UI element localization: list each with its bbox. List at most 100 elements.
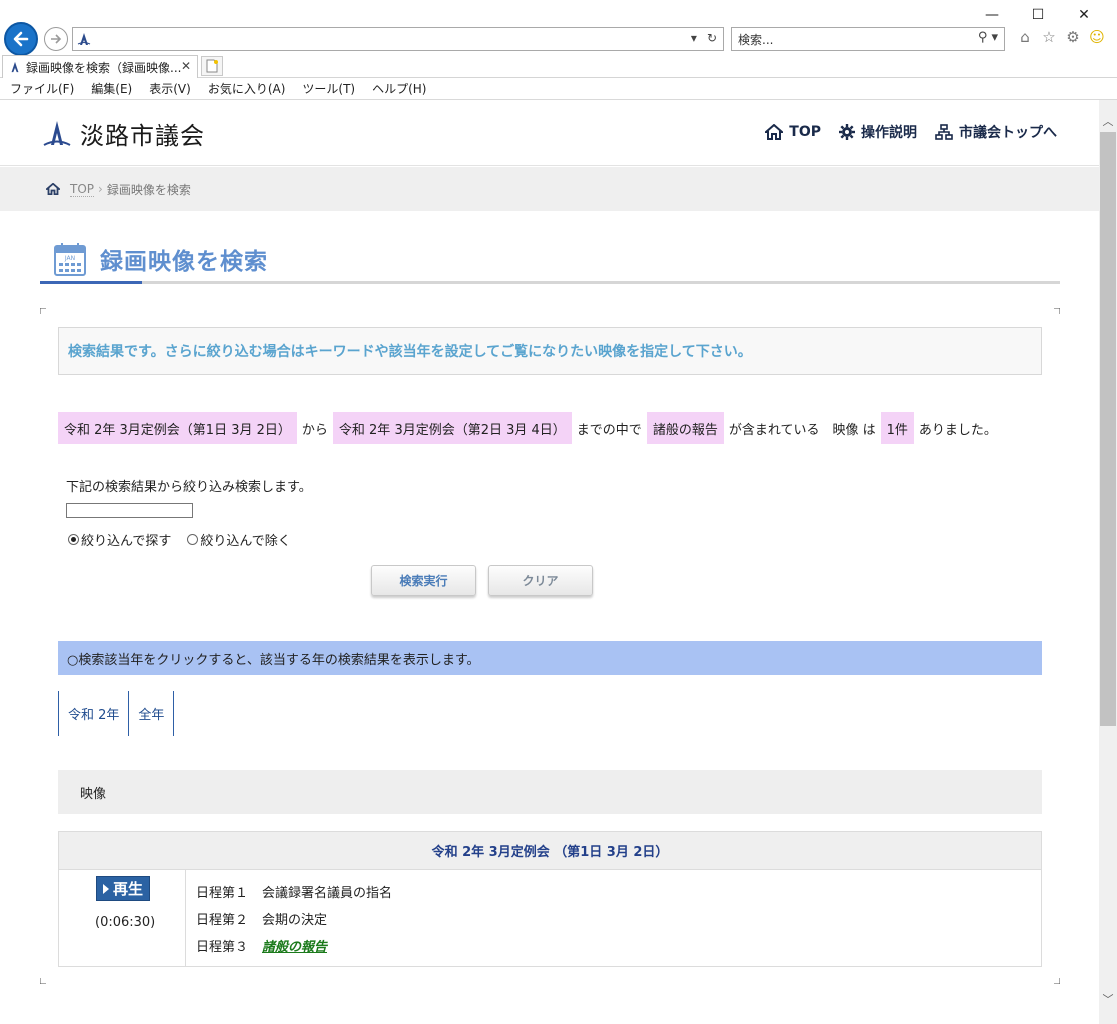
agenda-item-title-link[interactable]: 諸般の報告 (262, 936, 327, 955)
gear-icon (839, 124, 855, 140)
council-logo-icon (43, 120, 71, 146)
video-duration: (0:06:30) (95, 915, 156, 930)
tab-title: 録画映像を検索（録画映像... (26, 60, 182, 75)
refine-keyword-input[interactable] (66, 503, 193, 518)
scroll-down-arrow[interactable]: ﹀ (1099, 990, 1117, 1008)
site-header: 淡路市議会 TOP 操作説明 市議会トップへ (0, 100, 1099, 166)
nav-top-label: TOP (789, 124, 821, 140)
agenda-item-title: 会議録署名議員の指名 (262, 886, 393, 901)
search-icon[interactable]: ⚲ ▾ (978, 30, 998, 45)
address-dropdown-icon[interactable]: ▾ (691, 31, 697, 45)
nav-top-link[interactable]: TOP (765, 122, 821, 142)
breadcrumb-top-link[interactable]: TOP (70, 182, 95, 197)
address-bar[interactable]: ▾ ↻ (72, 27, 724, 51)
from-session: 令和 2年 3月定例会（第1日 3月 2日） (58, 412, 297, 444)
browser-search-box[interactable]: 検索... ⚲ ▾ (731, 27, 1005, 51)
year-tab-all[interactable]: 全年 (129, 691, 175, 736)
search-execute-button[interactable]: 検索実行 (371, 565, 476, 596)
radio-include[interactable] (68, 534, 79, 545)
frame-corner (1054, 978, 1060, 984)
agenda-item: 日程第３ 諸般の報告 (196, 932, 392, 959)
site-logo[interactable]: 淡路市議会 (42, 116, 205, 151)
settings-gear-icon[interactable]: ⚙ (1064, 28, 1082, 46)
tab-bar: 録画映像を検索（録画映像... ✕ (0, 55, 1117, 78)
year-notice: ○検索該当年をクリックすると、該当する年の検索結果を表示します。 (58, 641, 1042, 675)
browser-search-placeholder: 検索... (738, 32, 774, 47)
menu-bar: ファイル(F) 編集(E) 表示(V) お気に入り(A) ツール(T) ヘルプ(… (0, 78, 1117, 100)
agenda-item-title: 会期の決定 (262, 913, 328, 928)
radio-exclude-label[interactable]: 絞り込んで除く (200, 530, 290, 549)
breadcrumb-current: 録画映像を検索 (106, 182, 191, 197)
breadcrumb-home-icon (46, 183, 60, 195)
frame-corner (1054, 308, 1060, 314)
to-word: までの中で (576, 422, 642, 438)
browser-tab-active[interactable]: 録画映像を検索（録画映像... ✕ (2, 55, 198, 78)
menu-favorites[interactable]: お気に入り(A) (208, 80, 286, 97)
close-window-button[interactable]: ✕ (1061, 4, 1107, 26)
session-title: 令和 2年 3月定例会 （第1日 3月 2日） (59, 832, 1041, 870)
scroll-thumb[interactable] (1100, 132, 1116, 726)
frame-corner (40, 308, 46, 314)
home-icon (765, 124, 784, 140)
year-tab-reiwa2[interactable]: 令和 2年 (59, 691, 130, 736)
header-nav: TOP 操作説明 市議会トップへ (765, 122, 1057, 142)
calendar-label: JAN (64, 255, 75, 262)
nav-council-top-link[interactable]: 市議会トップへ (935, 122, 1057, 142)
chrome-toolbar-icons: ⌂ ☆ ⚙ ☺ (1016, 28, 1106, 46)
refine-mode-options: 絞り込んで探す 絞り込んで除く (68, 530, 291, 549)
home-icon[interactable]: ⌂ (1016, 28, 1034, 46)
nav-howto-link[interactable]: 操作説明 (839, 122, 917, 142)
breadcrumb-separator: › (98, 182, 103, 196)
agenda-item-number: 日程第３ (196, 940, 249, 955)
radio-include-label[interactable]: 絞り込んで探す (81, 530, 171, 549)
nav-council-top-label: 市議会トップへ (959, 125, 1057, 141)
new-tab-button[interactable] (201, 56, 223, 76)
result-notice: 検索結果です。さらに絞り込む場合はキーワードや該当年を設定してご覧になりたい映像… (58, 327, 1042, 375)
agenda-list: 日程第１ 会議録署名議員の指名 日程第２ 会期の決定 日程第３ 諸般の報告 (186, 870, 392, 966)
sitemap-icon (935, 124, 953, 140)
agenda-item-number: 日程第２ (196, 913, 249, 928)
menu-edit[interactable]: 編集(E) (91, 80, 132, 97)
session-playback: 再生 (0:06:30) (59, 870, 186, 966)
refresh-icon[interactable]: ↻ (707, 31, 717, 45)
result-count: 1件 (880, 412, 914, 444)
calendar-icon: JAN (54, 243, 86, 276)
tab-favicon (11, 61, 19, 73)
session-body: 再生 (0:06:30) 日程第１ 会議録署名議員の指名 日程第２ 会期の決定 … (59, 870, 1041, 966)
from-word: から (301, 422, 328, 438)
menu-tools[interactable]: ツール(T) (302, 80, 355, 97)
search-results-frame: 検索結果です。さらに絞り込む場合はキーワードや該当年を設定してご覧になりたい映像… (40, 308, 1060, 984)
page-viewport: 淡路市議会 TOP 操作説明 市議会トップへ TOP › 録画映像を検索 JAN… (0, 100, 1099, 1024)
menu-help[interactable]: ヘルプ(H) (372, 80, 426, 97)
radio-exclude[interactable] (187, 534, 199, 545)
site-logo-text: 淡路市議会 (80, 122, 205, 150)
agenda-item: 日程第１ 会議録署名議員の指名 (196, 878, 392, 905)
site-favicon (77, 33, 91, 45)
maximize-button[interactable]: ☐ (1015, 4, 1061, 26)
result-summary: 令和 2年 3月定例会（第1日 3月 2日） から 令和 2年 3月定例会（第2… (58, 412, 1002, 444)
browser-chrome: — ☐ ✕ ▾ ↻ 検索... ⚲ ▾ ⌂ ☆ ⚙ ☺ 録画映像を検索（録画映像… (0, 0, 1117, 100)
back-button[interactable] (4, 22, 38, 56)
new-tab-icon (206, 59, 218, 73)
breadcrumb: TOP › 録画映像を検索 (0, 167, 1099, 211)
minimize-button[interactable]: — (969, 4, 1015, 26)
tab-close-icon[interactable]: ✕ (181, 59, 191, 73)
nav-howto-label: 操作説明 (861, 125, 917, 141)
forward-button[interactable] (44, 27, 68, 51)
play-label: 再生 (112, 880, 143, 898)
smiley-feedback-icon[interactable]: ☺ (1088, 28, 1106, 46)
play-button[interactable]: 再生 (96, 876, 150, 901)
agenda-item: 日程第２ 会期の決定 (196, 905, 392, 932)
menu-view[interactable]: 表示(V) (149, 80, 191, 97)
scroll-up-arrow[interactable]: ︿ (1099, 112, 1117, 130)
favorites-star-icon[interactable]: ☆ (1040, 28, 1058, 46)
window-controls: — ☐ ✕ (969, 4, 1107, 26)
page-title-block: JAN 録画映像を検索 (40, 240, 1060, 284)
clear-button[interactable]: クリア (488, 565, 593, 596)
search-keyword: 諸般の報告 (646, 412, 724, 444)
year-tabs: 令和 2年 全年 (58, 691, 175, 736)
menu-file[interactable]: ファイル(F) (10, 80, 74, 97)
session-result: 令和 2年 3月定例会 （第1日 3月 2日） 再生 (0:06:30) 日程第… (58, 831, 1042, 967)
play-icon (102, 883, 109, 894)
vertical-scrollbar[interactable]: ︿ ﹀ (1099, 100, 1117, 1024)
